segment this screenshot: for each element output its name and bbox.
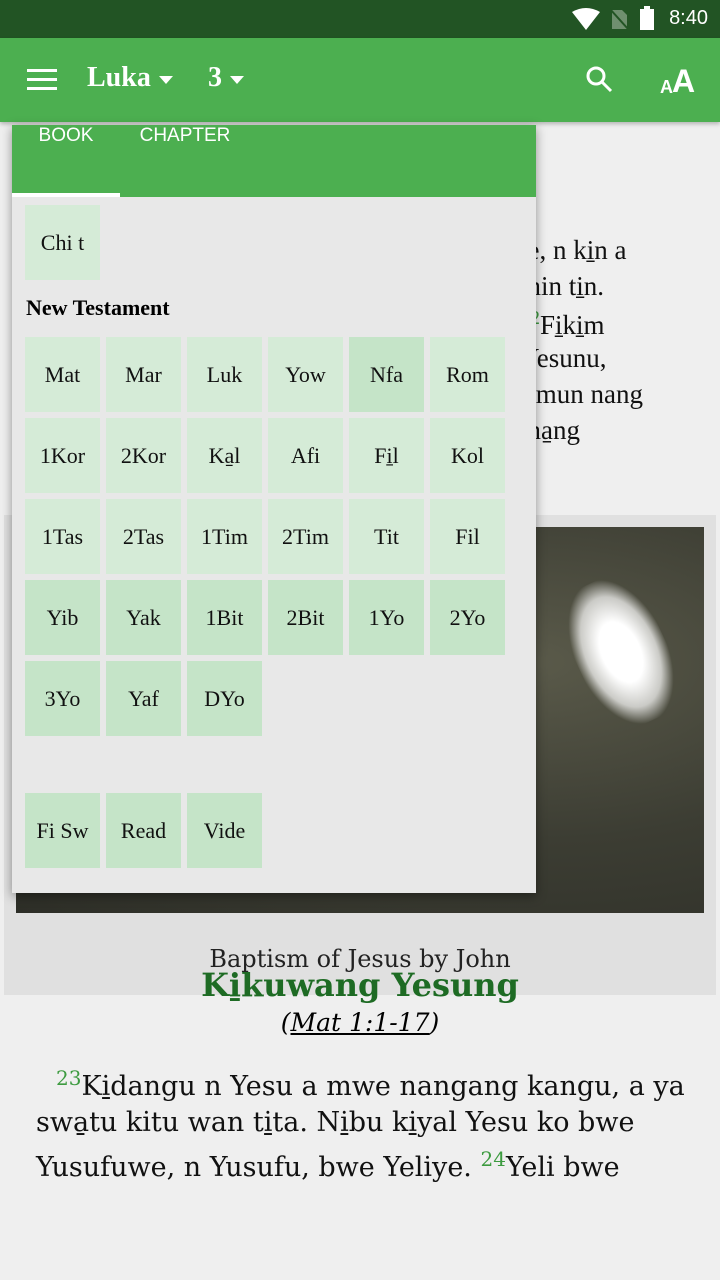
extra-button[interactable]: Fi Sw	[25, 793, 100, 868]
book-button[interactable]: 1Tim	[187, 499, 262, 574]
book-button[interactable]: 2Bit	[268, 580, 343, 655]
book-button[interactable]: Yak	[106, 580, 181, 655]
tab-chapter[interactable]: CHAPTER	[120, 125, 250, 197]
clock: 8:40	[669, 7, 708, 29]
book-button[interactable]: Fil	[430, 499, 505, 574]
app-bar: Luka 3 AA	[0, 38, 720, 122]
battery-icon	[640, 6, 654, 30]
book-button[interactable]: 2Yo	[430, 580, 505, 655]
verse-number: 23	[56, 1066, 82, 1090]
book-button[interactable]: Kol	[430, 418, 505, 493]
book-button[interactable]: DYo	[187, 661, 262, 736]
book-button[interactable]: Yib	[25, 580, 100, 655]
book-button[interactable]: Mar	[106, 337, 181, 412]
search-icon[interactable]	[585, 65, 615, 95]
extra-button[interactable]: Vide	[187, 793, 262, 868]
dropdown-arrow-icon	[230, 75, 244, 84]
verse-text: Yeli bwe	[505, 1152, 620, 1183]
verse-number: 24	[480, 1147, 506, 1171]
book-button[interactable]: 1Yo	[349, 580, 424, 655]
book-button[interactable]: Luk	[187, 337, 262, 412]
text-size-icon[interactable]: AA	[658, 63, 698, 95]
book-button[interactable]: Mat	[25, 337, 100, 412]
popup-tabs: BOOK CHAPTER	[12, 125, 536, 197]
book-name: Luka	[87, 62, 151, 93]
book-button[interactable]: Yow	[268, 337, 343, 412]
book-button[interactable]: 1Kor	[25, 418, 100, 493]
book-button[interactable]: 3Yo	[25, 661, 100, 736]
section-label: New Testament	[26, 295, 170, 320]
menu-icon[interactable]	[27, 68, 57, 92]
verse-text: I mun nang	[520, 379, 643, 409]
dropdown-arrow-icon	[158, 75, 173, 84]
book-button[interactable]: Afi	[268, 418, 343, 493]
no-sim-icon	[610, 8, 628, 30]
book-button[interactable]: 1Tas	[25, 499, 100, 574]
section-heading: Ki̱kuwang Yesung	[201, 966, 519, 1004]
book-button[interactable]: 2Tas	[106, 499, 181, 574]
book-button[interactable]: Fi̱l	[349, 418, 424, 493]
book-button[interactable]: 2Kor	[106, 418, 181, 493]
book-button[interactable]: Rom	[430, 337, 505, 412]
wifi-icon	[572, 8, 600, 30]
paren: )	[429, 1008, 440, 1037]
tab-book[interactable]: BOOK	[12, 125, 120, 197]
verse-text-fragment: Fi̱ki̱m	[540, 310, 605, 340]
book-button[interactable]: Nfa	[349, 337, 424, 412]
verse-paragraph: 23Ki̱dangu n Yesu a mwe nangang kangu, a…	[36, 1060, 686, 1186]
chapter-selector[interactable]: 3	[208, 62, 244, 94]
cross-reference-link[interactable]: Mat 1:1-17	[291, 1008, 430, 1037]
book-button[interactable]: Tit	[349, 499, 424, 574]
book-button[interactable]: 1Bit	[187, 580, 262, 655]
book-selector[interactable]: Luka	[87, 62, 173, 94]
book-button[interactable]: Chi t	[25, 205, 100, 280]
paren: (	[280, 1008, 291, 1037]
book-button[interactable]: Yaf	[106, 661, 181, 736]
book-button[interactable]: 2Tim	[268, 499, 343, 574]
svg-text:A: A	[672, 63, 695, 95]
extra-button[interactable]: Read	[106, 793, 181, 868]
dove-image	[548, 565, 694, 739]
cross-reference: (Mat 1:1-17)	[0, 1008, 720, 1037]
chapter-number: 3	[208, 62, 222, 93]
status-bar: 8:40	[0, 0, 720, 38]
book-chooser-popup: BOOK CHAPTER Chi t New Testament Mat Mar L…	[12, 125, 536, 893]
book-button[interactable]: Ka̱l	[187, 418, 262, 493]
